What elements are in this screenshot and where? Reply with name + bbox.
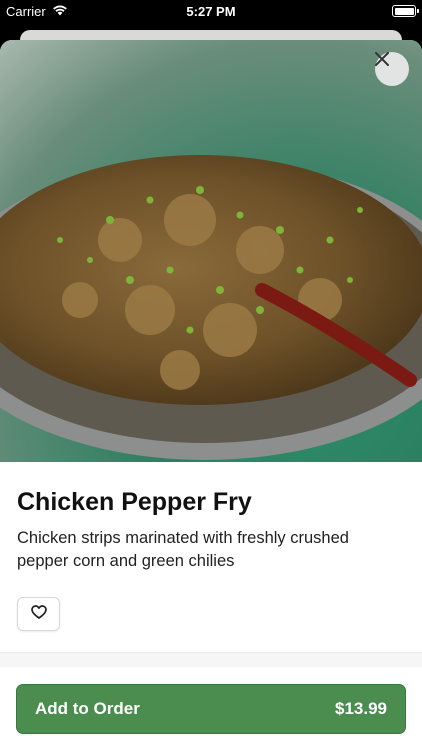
footer-band	[0, 653, 422, 667]
app-screen: Carrier 5:27 PM Chicken Pepper Fry Chick…	[0, 0, 422, 750]
add-to-order-button[interactable]: Add to Order $13.99	[16, 684, 406, 734]
battery-level	[394, 7, 414, 15]
item-photo	[0, 40, 422, 462]
battery-icon	[392, 5, 419, 17]
item-detail-modal: Chicken Pepper Fry Chicken strips marina…	[0, 40, 422, 750]
item-price: $13.99	[335, 699, 387, 718]
status-left: Carrier	[6, 4, 68, 19]
close-button[interactable]	[375, 52, 409, 86]
status-bar: Carrier 5:27 PM	[0, 0, 422, 22]
item-details: Chicken Pepper Fry Chicken strips marina…	[0, 462, 422, 631]
carrier-label: Carrier	[6, 3, 46, 19]
heart-outline-icon	[30, 604, 47, 624]
favorite-button[interactable]	[17, 597, 60, 631]
add-to-order-label: Add to Order	[35, 699, 140, 718]
item-description: Chicken strips marinated with freshly cr…	[17, 529, 349, 570]
dish-illustration	[0, 155, 422, 460]
item-title: Chicken Pepper Fry	[17, 488, 252, 516]
wifi-icon	[52, 4, 68, 19]
